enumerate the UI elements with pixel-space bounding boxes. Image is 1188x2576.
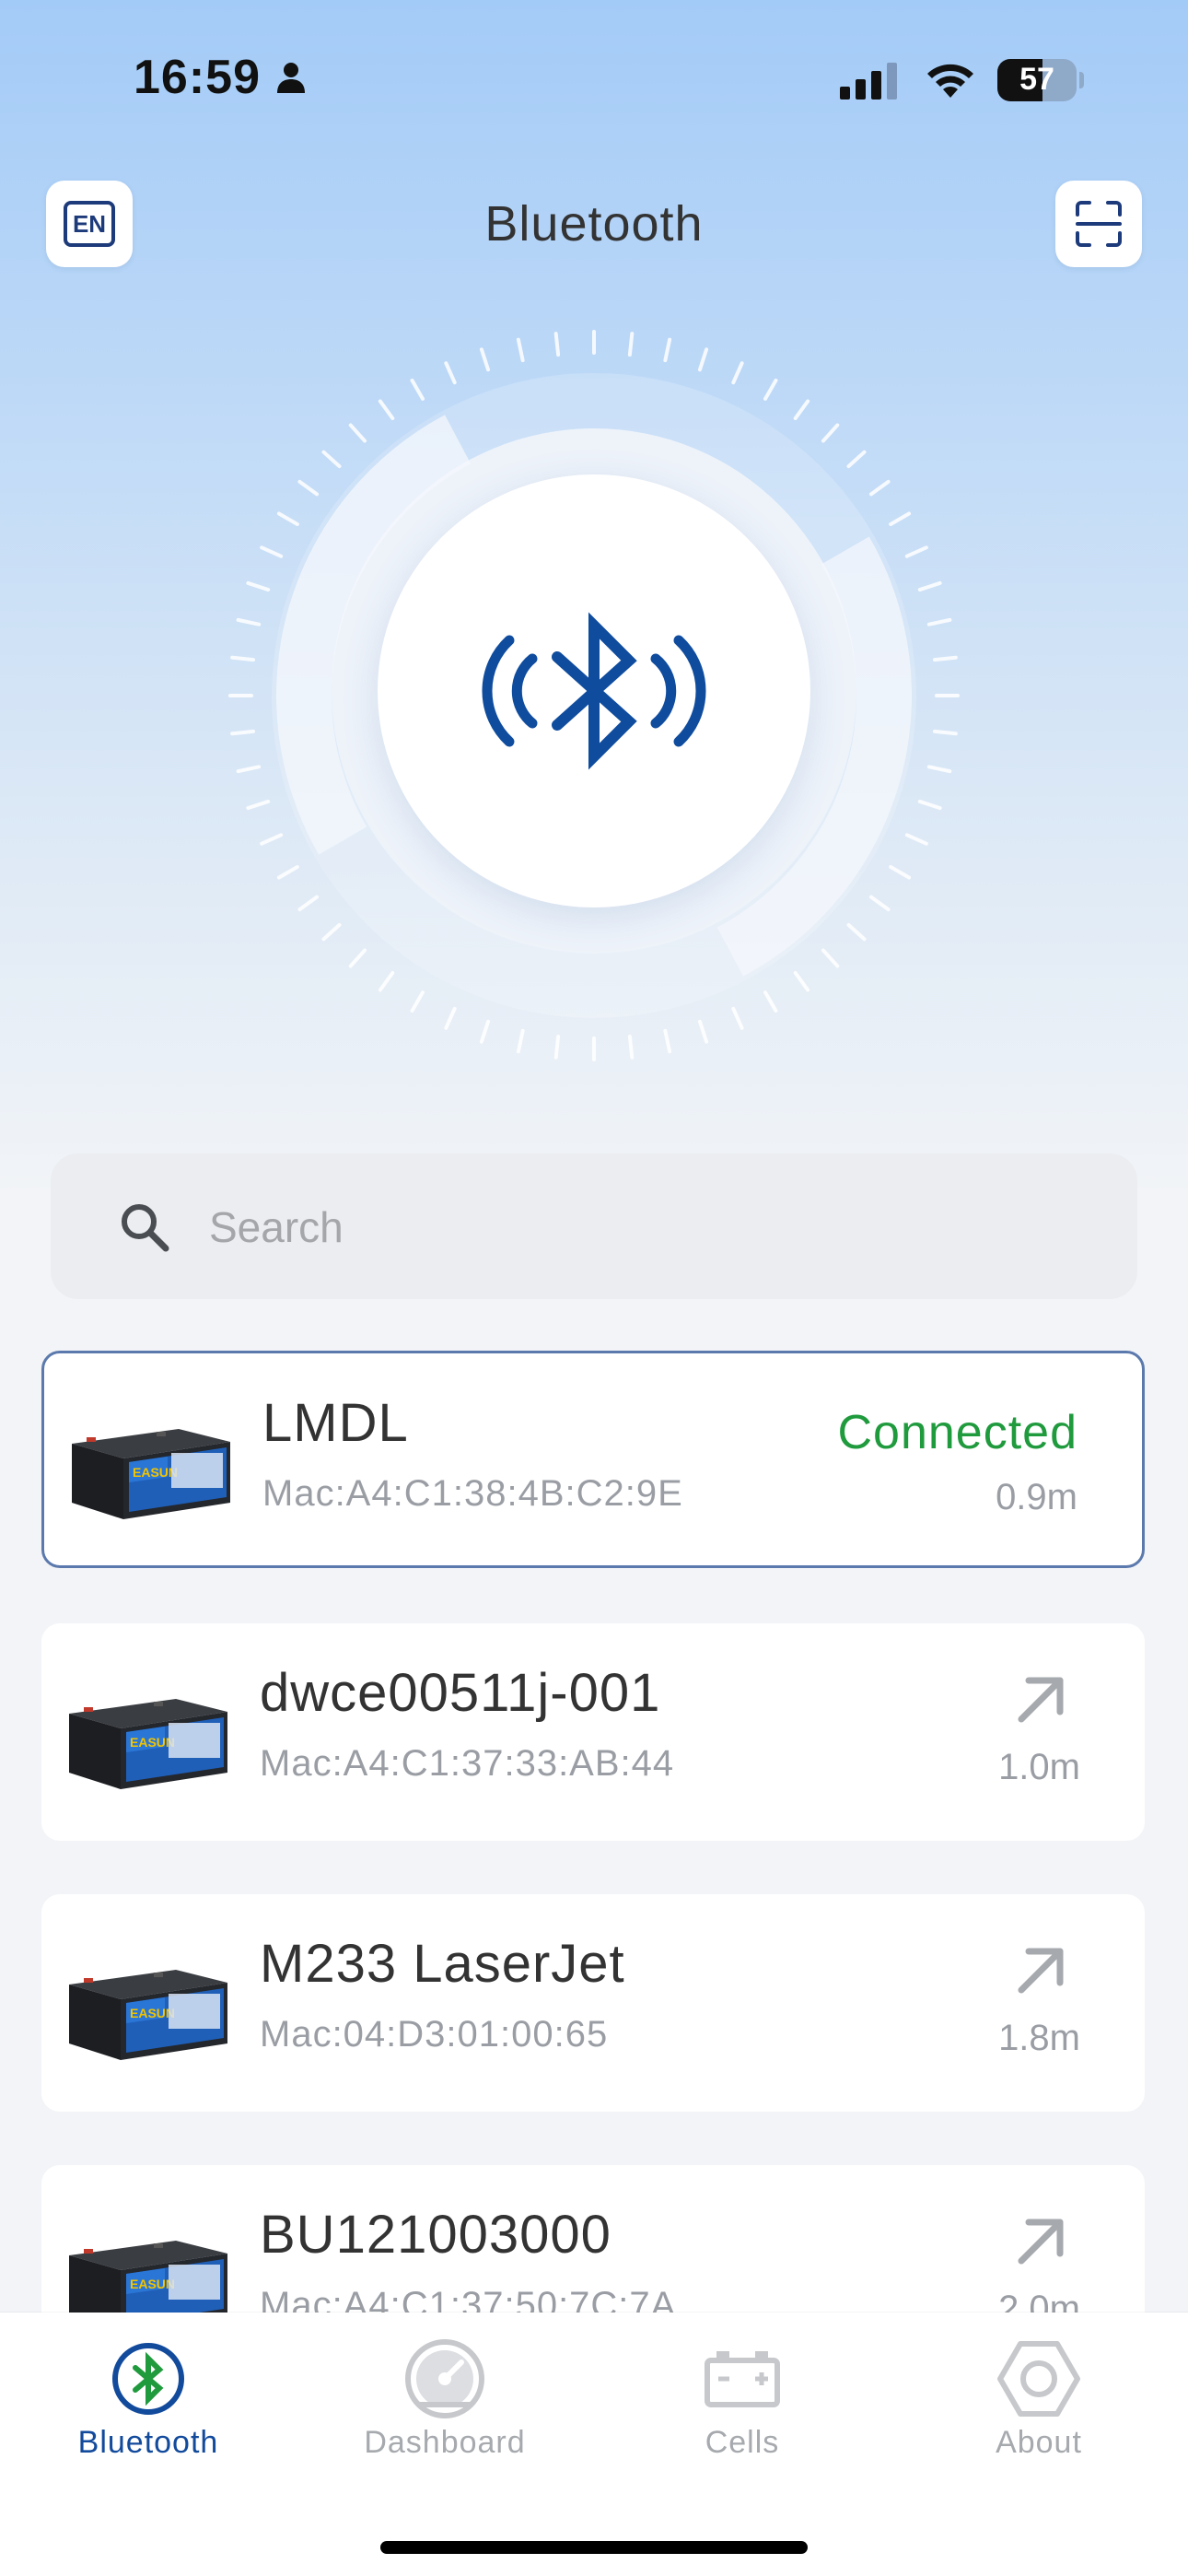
battery-product-image: EASUN bbox=[72, 1429, 230, 1519]
arrow-up-right-icon[interactable] bbox=[1014, 1942, 1069, 1997]
arrow-up-right-icon[interactable] bbox=[1014, 2213, 1069, 2268]
device-card[interactable]: EASUN BU121003000 Mac:A4:C1:37:50:7C:7A 2.0… bbox=[41, 2165, 1145, 2313]
tab-dashboard[interactable]: Dashboard bbox=[297, 2313, 593, 2497]
device-name: M233 LaserJet bbox=[260, 1934, 625, 1994]
tab-label: Bluetooth bbox=[77, 2425, 219, 2460]
device-distance: 0.9m bbox=[996, 1477, 1077, 1517]
home-indicator bbox=[380, 2541, 808, 2554]
tab-label: Cells bbox=[705, 2425, 780, 2460]
device-distance: 1.0m bbox=[998, 1747, 1080, 1787]
bluetooth-icon bbox=[112, 2343, 184, 2415]
battery-product-image: EASUN bbox=[69, 1699, 227, 1789]
device-distance: 2.0m bbox=[998, 2289, 1080, 2313]
device-mac-address: Mac:A4:C1:37:50:7C:7A bbox=[260, 2285, 677, 2313]
arrow-up-right-icon[interactable] bbox=[1014, 1671, 1069, 1727]
hexagon-nut-icon bbox=[997, 2341, 1080, 2417]
device-mac-address: Mac:04:D3:01:00:65 bbox=[260, 2014, 609, 2055]
connection-status: Connected bbox=[837, 1406, 1077, 1459]
device-brand-label: EASUN bbox=[130, 1735, 175, 1750]
device-card[interactable]: EASUN dwce00511j-001 Mac:A4:C1:37:33:AB:44… bbox=[41, 1623, 1145, 1841]
tab-about[interactable]: About bbox=[891, 2313, 1187, 2497]
device-list: EASUN LMDL Mac:A4:C1:38:4B:C2:9E Connected 0… bbox=[0, 0, 1188, 2313]
device-name: BU121003000 bbox=[260, 2205, 611, 2265]
battery-product-image: EASUN bbox=[69, 1970, 227, 2060]
device-brand-label: EASUN bbox=[133, 1465, 178, 1480]
battery-product-image: EASUN bbox=[69, 2241, 227, 2313]
device-name: LMDL bbox=[262, 1393, 409, 1453]
device-mac-address: Mac:A4:C1:37:33:AB:44 bbox=[260, 1743, 675, 1784]
tab-label: About bbox=[996, 2425, 1082, 2460]
device-distance: 1.8m bbox=[998, 2018, 1080, 2058]
bottom-tab-bar: Bluetooth Dashboard Cells About bbox=[0, 2313, 1188, 2576]
device-brand-label: EASUN bbox=[130, 2006, 175, 2020]
speedometer-icon bbox=[405, 2339, 484, 2418]
battery-cells-icon bbox=[705, 2351, 780, 2407]
device-card[interactable]: EASUN LMDL Mac:A4:C1:38:4B:C2:9E Connected 0… bbox=[41, 1351, 1145, 1568]
tab-bluetooth[interactable]: Bluetooth bbox=[0, 2313, 297, 2497]
device-mac-address: Mac:A4:C1:38:4B:C2:9E bbox=[262, 1473, 683, 1514]
tab-cells[interactable]: Cells bbox=[594, 2313, 891, 2497]
tab-label: Dashboard bbox=[364, 2425, 526, 2460]
device-card[interactable]: EASUN M233 LaserJet Mac:04:D3:01:00:65 1.8m bbox=[41, 1894, 1145, 2112]
device-brand-label: EASUN bbox=[130, 2277, 175, 2291]
device-name: dwce00511j-001 bbox=[260, 1663, 661, 1723]
